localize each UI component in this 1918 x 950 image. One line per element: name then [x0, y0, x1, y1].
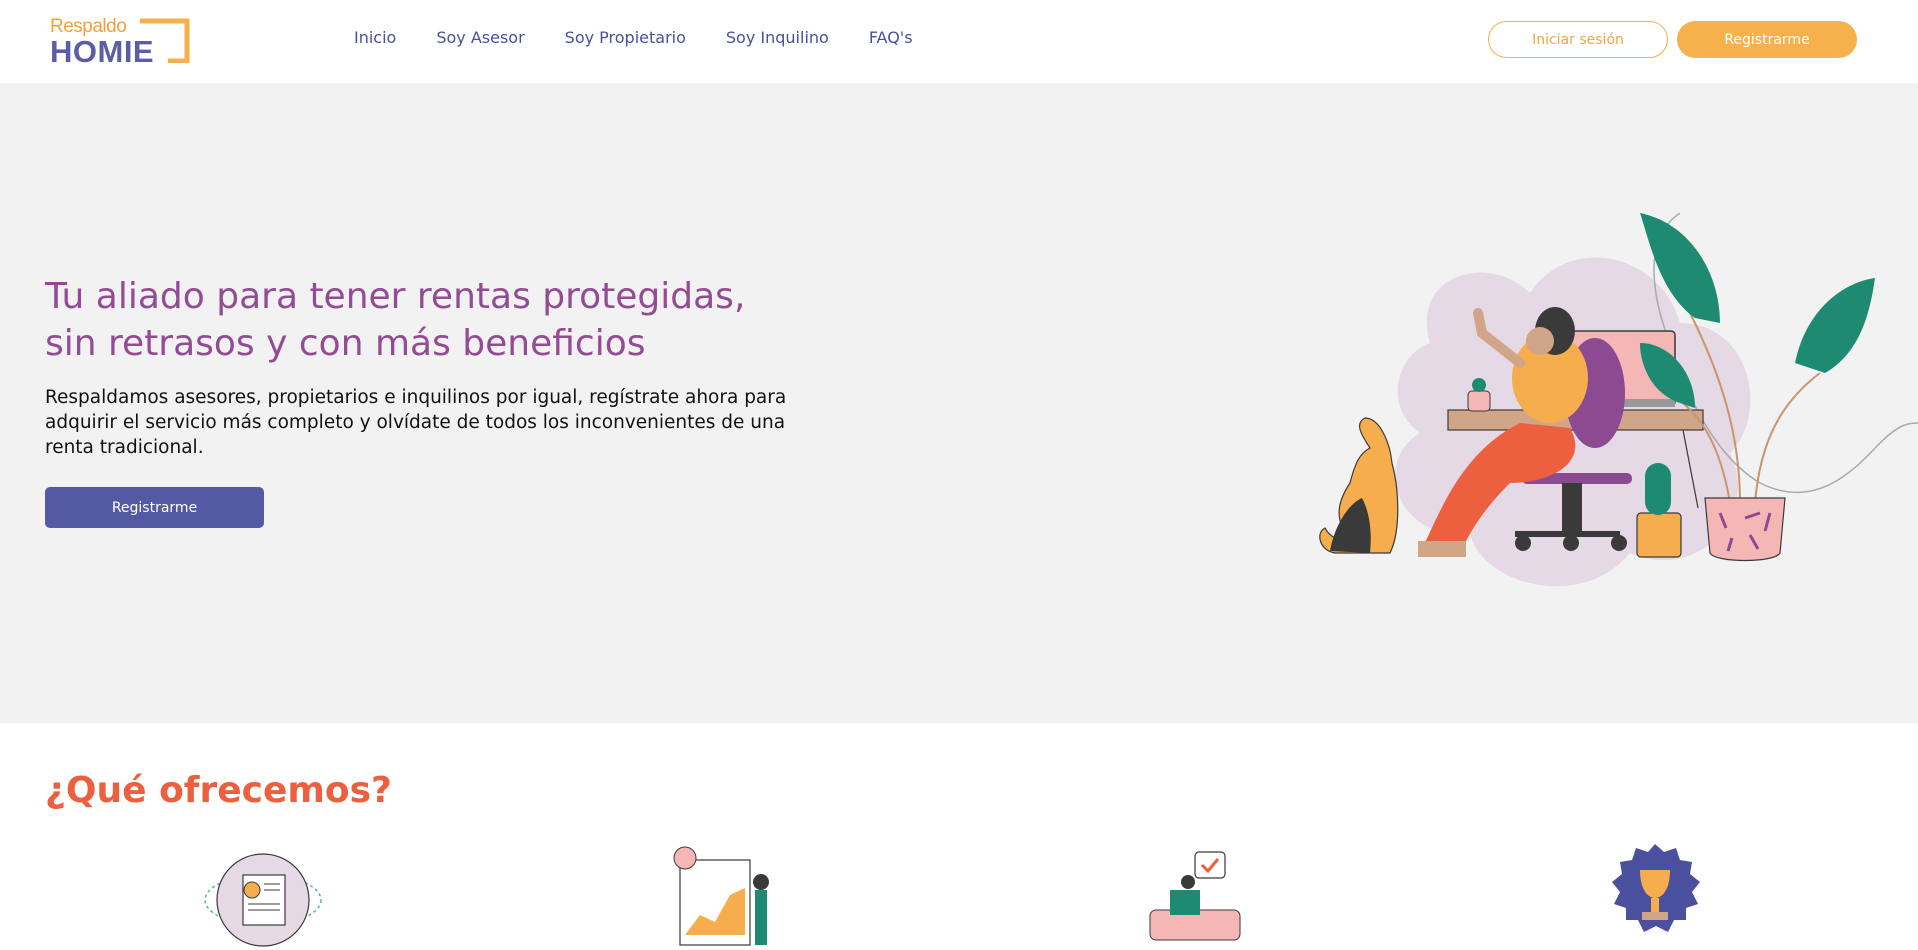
nav-item-soy-inquilino[interactable]: Soy Inquilino: [726, 28, 829, 47]
growth-chart-icon: [673, 846, 769, 946]
logo-bracket-icon: [140, 18, 190, 63]
hero-section: Tu aliado para tener rentas protegidas, …: [0, 83, 1918, 723]
site-header: Respaldo HOMIE Inicio Soy Asesor Soy Pro…: [0, 0, 1918, 83]
hero-title: Tu aliado para tener rentas protegidas, …: [45, 273, 805, 367]
nav-item-inicio[interactable]: Inicio: [354, 28, 396, 47]
relax-checkmark-icon: [1149, 851, 1241, 941]
offer-section-title: ¿Qué ofrecemos?: [45, 770, 392, 811]
main-nav: Inicio Soy Asesor Soy Propietario Soy In…: [354, 28, 953, 47]
hero-description: Respaldamos asesores, propietarios e inq…: [45, 387, 787, 458]
document-coin-icon: [204, 853, 322, 947]
homie-logo[interactable]: Respaldo HOMIE: [50, 16, 192, 69]
hero-title-line-1: Tu aliado para tener rentas protegidas,: [45, 276, 746, 317]
login-button[interactable]: Iniciar sesión: [1488, 21, 1668, 58]
hero-illustration: [1319, 213, 1918, 587]
register-button-header[interactable]: Registrarme: [1677, 21, 1857, 58]
nav-item-faqs[interactable]: FAQ's: [869, 28, 913, 47]
nav-item-soy-asesor[interactable]: Soy Asesor: [436, 28, 524, 47]
nav-item-soy-propietario[interactable]: Soy Propietario: [565, 28, 686, 47]
hero-title-line-2: sin retrasos y con más beneficios: [45, 323, 646, 364]
hero-register-button[interactable]: Registrarme: [45, 487, 264, 528]
trophy-badge-icon: [1612, 844, 1700, 932]
